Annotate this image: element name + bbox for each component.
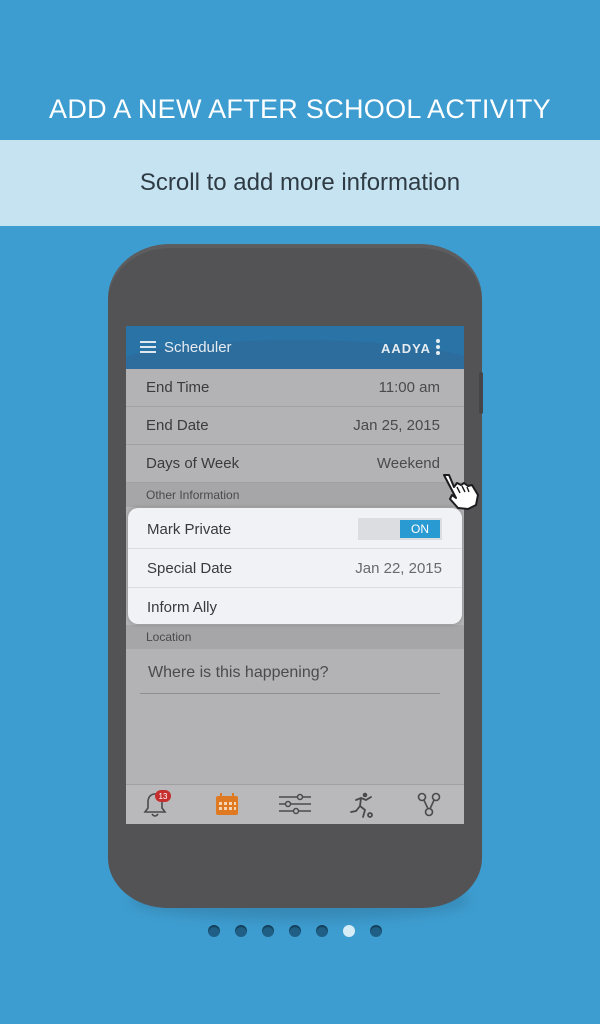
calendar-icon[interactable]	[214, 791, 242, 819]
end-time-value: 11:00 am	[378, 379, 440, 396]
special-date-label: Special Date	[147, 559, 233, 577]
other-information-header: Other Information	[126, 483, 464, 507]
end-time-label: End Time	[146, 379, 210, 396]
days-of-week-value: Weekend	[376, 455, 440, 472]
bottom-nav: 13	[126, 784, 464, 824]
page-dot[interactable]	[262, 925, 274, 937]
special-date-value: Jan 22, 2015	[355, 559, 442, 577]
highlight-card: Mark Private ON Special Date Jan 22, 201…	[128, 508, 462, 624]
headline: ADD A NEW AFTER SCHOOL ACTIVITY	[49, 94, 551, 124]
location-input[interactable]: Where is this happening?	[140, 652, 440, 694]
sliders-icon[interactable]	[278, 791, 312, 819]
app-title: Scheduler	[164, 339, 232, 356]
page-dot[interactable]	[208, 925, 220, 937]
overflow-menu-icon[interactable]	[436, 339, 440, 356]
mark-private-toggle[interactable]: ON	[358, 518, 442, 540]
page-indicator	[208, 925, 382, 937]
notification-badge: 13	[155, 790, 171, 802]
days-of-week-label: Days of Week	[146, 455, 240, 472]
end-date-row[interactable]: End Date Jan 25, 2015	[126, 407, 464, 445]
subtitle-banner: Scroll to add more information	[0, 140, 600, 226]
special-date-row[interactable]: Special Date Jan 22, 2015	[128, 549, 462, 588]
subtitle-text: Scroll to add more information	[139, 169, 461, 196]
inform-ally-label: Inform Ally	[147, 599, 218, 616]
mark-private-row[interactable]: Mark Private ON	[128, 510, 462, 549]
bell-icon[interactable]: 13	[143, 790, 171, 819]
page-dot[interactable]	[235, 925, 247, 937]
mark-private-label: Mark Private	[147, 520, 232, 538]
share-icon[interactable]	[416, 791, 444, 819]
inform-ally-row[interactable]: Inform Ally	[128, 588, 462, 624]
hand-pointer-icon	[440, 473, 482, 511]
activity-icon[interactable]	[348, 791, 376, 819]
end-date-label: End Date	[146, 417, 209, 434]
toggle-on-label: ON	[400, 520, 440, 538]
brand-logo: AADYA	[380, 341, 431, 356]
end-date-value: Jan 25, 2015	[353, 417, 440, 434]
location-header: Location	[126, 625, 464, 649]
page-dot[interactable]	[370, 925, 382, 937]
phone-side-button	[479, 372, 483, 414]
page-dot[interactable]	[289, 925, 301, 937]
page-dot[interactable]	[316, 925, 328, 937]
app-bar: Scheduler AADYA	[126, 326, 464, 369]
days-of-week-row[interactable]: Days of Week Weekend	[126, 445, 464, 483]
end-time-row[interactable]: End Time 11:00 am	[126, 369, 464, 407]
menu-icon[interactable]	[140, 341, 156, 353]
page-dot-active[interactable]	[343, 925, 355, 937]
